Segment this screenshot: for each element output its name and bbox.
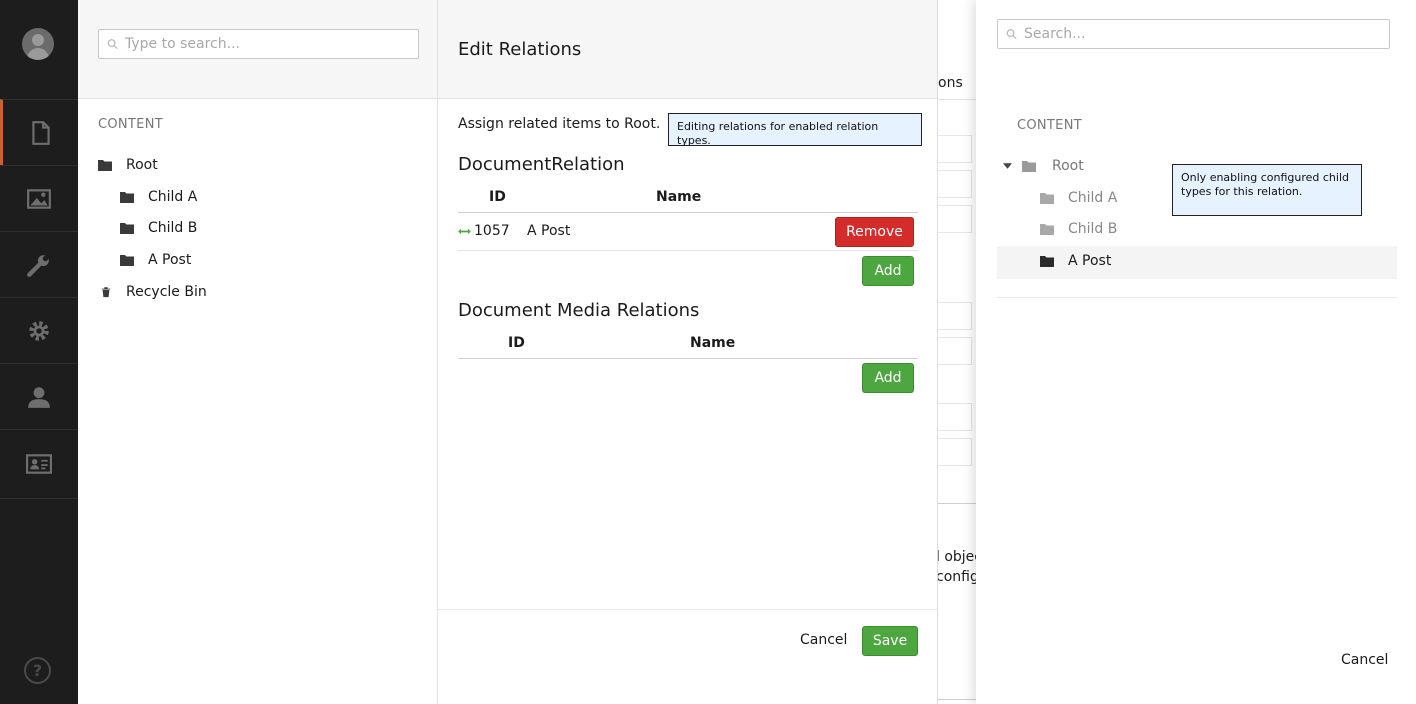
media-relations-heading: Document Media Relations bbox=[458, 300, 700, 321]
table-header-divider bbox=[458, 358, 918, 359]
background-field bbox=[938, 302, 972, 330]
wrench-icon bbox=[27, 254, 49, 277]
tree-node-child-b[interactable]: Child B bbox=[120, 220, 197, 236]
col-header-name: Name bbox=[656, 189, 702, 205]
add-document-relation-button[interactable]: Add bbox=[862, 256, 914, 286]
tree-section-title: CONTENT bbox=[98, 117, 163, 132]
tree-search-input[interactable]: Type to search... bbox=[98, 29, 419, 59]
save-button[interactable]: Save bbox=[862, 626, 918, 656]
tree-node-label: Child A bbox=[148, 189, 198, 205]
folder-icon bbox=[1040, 193, 1054, 204]
picker-divider bbox=[997, 297, 1397, 298]
folder-icon bbox=[120, 223, 134, 234]
user-icon bbox=[28, 386, 50, 408]
relation-types-tooltip: Editing relations for enabled relation t… bbox=[668, 113, 922, 147]
trash-icon bbox=[101, 287, 111, 298]
user-avatar[interactable] bbox=[22, 28, 54, 60]
tree-header: Type to search... bbox=[78, 0, 437, 99]
picker-node-child-a: Child A bbox=[1040, 190, 1117, 206]
background-field bbox=[938, 170, 972, 198]
relation-name: A Post bbox=[527, 223, 571, 239]
background-content-fragment: ons l objec config bbox=[938, 0, 976, 704]
background-divider bbox=[938, 503, 976, 504]
section-developer[interactable] bbox=[0, 297, 78, 363]
remove-button[interactable]: Remove bbox=[835, 217, 914, 247]
child-types-tooltip: Only enabling configured child types for… bbox=[1172, 164, 1362, 216]
content-tree-panel: Type to search... CONTENT Root Child A C… bbox=[78, 0, 438, 704]
background-field bbox=[938, 403, 972, 431]
picker-node-label: Child A bbox=[1068, 190, 1118, 206]
background-text-fragment: l objec bbox=[938, 549, 976, 565]
section-users[interactable] bbox=[0, 363, 78, 429]
section-settings[interactable] bbox=[0, 231, 78, 297]
dialog-header: Edit Relations bbox=[438, 0, 937, 99]
cancel-button[interactable]: Cancel bbox=[800, 632, 847, 648]
section-media[interactable] bbox=[0, 165, 78, 231]
picker-node-child-b: Child B bbox=[1040, 221, 1117, 237]
search-icon bbox=[1006, 29, 1017, 40]
section-members[interactable] bbox=[0, 429, 78, 499]
background-field bbox=[938, 337, 972, 365]
folder-icon bbox=[98, 160, 112, 171]
document-icon bbox=[31, 120, 50, 145]
dialog-title: Edit Relations bbox=[458, 39, 582, 60]
col-header-name: Name bbox=[690, 335, 736, 351]
col-header-id: ID bbox=[489, 189, 506, 205]
picker-node-root[interactable]: Root bbox=[1003, 158, 1084, 174]
help-button[interactable]: ? bbox=[24, 657, 51, 684]
dialog-footer-divider bbox=[438, 609, 938, 610]
relation-id: 1057 bbox=[474, 223, 510, 239]
tree-node-label: Recycle Bin bbox=[126, 284, 207, 300]
picker-node-label: A Post bbox=[1068, 253, 1112, 269]
picker-node-a-post[interactable]: A Post bbox=[1040, 253, 1111, 269]
add-media-relation-button[interactable]: Add bbox=[862, 363, 914, 393]
tree-node-root[interactable]: Root bbox=[98, 157, 158, 173]
tree-node-label: Child B bbox=[148, 220, 198, 236]
picker-search-placeholder: Search... bbox=[1024, 26, 1086, 42]
document-relation-heading: DocumentRelation bbox=[458, 154, 625, 175]
background-divider bbox=[938, 99, 976, 100]
image-icon bbox=[27, 188, 51, 209]
assign-text: Assign related items to Root. bbox=[458, 116, 661, 132]
tree-node-recycle-bin[interactable]: Recycle Bin bbox=[100, 284, 207, 300]
help-icon: ? bbox=[32, 661, 43, 680]
picker-search-input[interactable]: Search... bbox=[997, 19, 1390, 49]
picker-node-label: Child B bbox=[1068, 221, 1118, 237]
tree-node-label: A Post bbox=[148, 252, 192, 268]
tree-node-label: Root bbox=[126, 157, 158, 173]
caret-down-icon[interactable] bbox=[1003, 163, 1012, 169]
folder-icon bbox=[1022, 161, 1036, 172]
search-icon bbox=[107, 39, 118, 50]
edit-relations-dialog: Edit Relations Assign related items to R… bbox=[438, 0, 938, 704]
tree-search-placeholder: Type to search... bbox=[125, 36, 240, 52]
gear-icon bbox=[29, 320, 49, 341]
background-divider bbox=[938, 699, 976, 700]
picker-section-title: CONTENT bbox=[1017, 118, 1082, 133]
folder-icon bbox=[1040, 256, 1054, 267]
folder-icon bbox=[120, 192, 134, 203]
tree-node-child-a[interactable]: Child A bbox=[120, 189, 197, 205]
background-text-fragment: config bbox=[938, 569, 976, 585]
background-field bbox=[938, 205, 972, 233]
picker-cancel-button[interactable]: Cancel bbox=[1341, 652, 1388, 668]
tree-node-a-post[interactable]: A Post bbox=[120, 252, 191, 268]
folder-icon bbox=[1040, 224, 1054, 235]
background-field bbox=[938, 135, 972, 163]
relation-arrows-icon bbox=[458, 228, 471, 235]
col-header-id: ID bbox=[508, 335, 525, 351]
main-navigation-sidebar: ? bbox=[0, 0, 78, 704]
id-card-icon bbox=[26, 454, 52, 474]
content-picker-panel: Search... CONTENT Root Child A Child B A… bbox=[976, 0, 1416, 704]
picker-node-label: Root bbox=[1052, 158, 1084, 174]
folder-icon bbox=[120, 255, 134, 266]
background-tab-fragment: ons bbox=[938, 75, 963, 91]
section-content[interactable] bbox=[0, 99, 78, 165]
background-field bbox=[938, 438, 972, 466]
